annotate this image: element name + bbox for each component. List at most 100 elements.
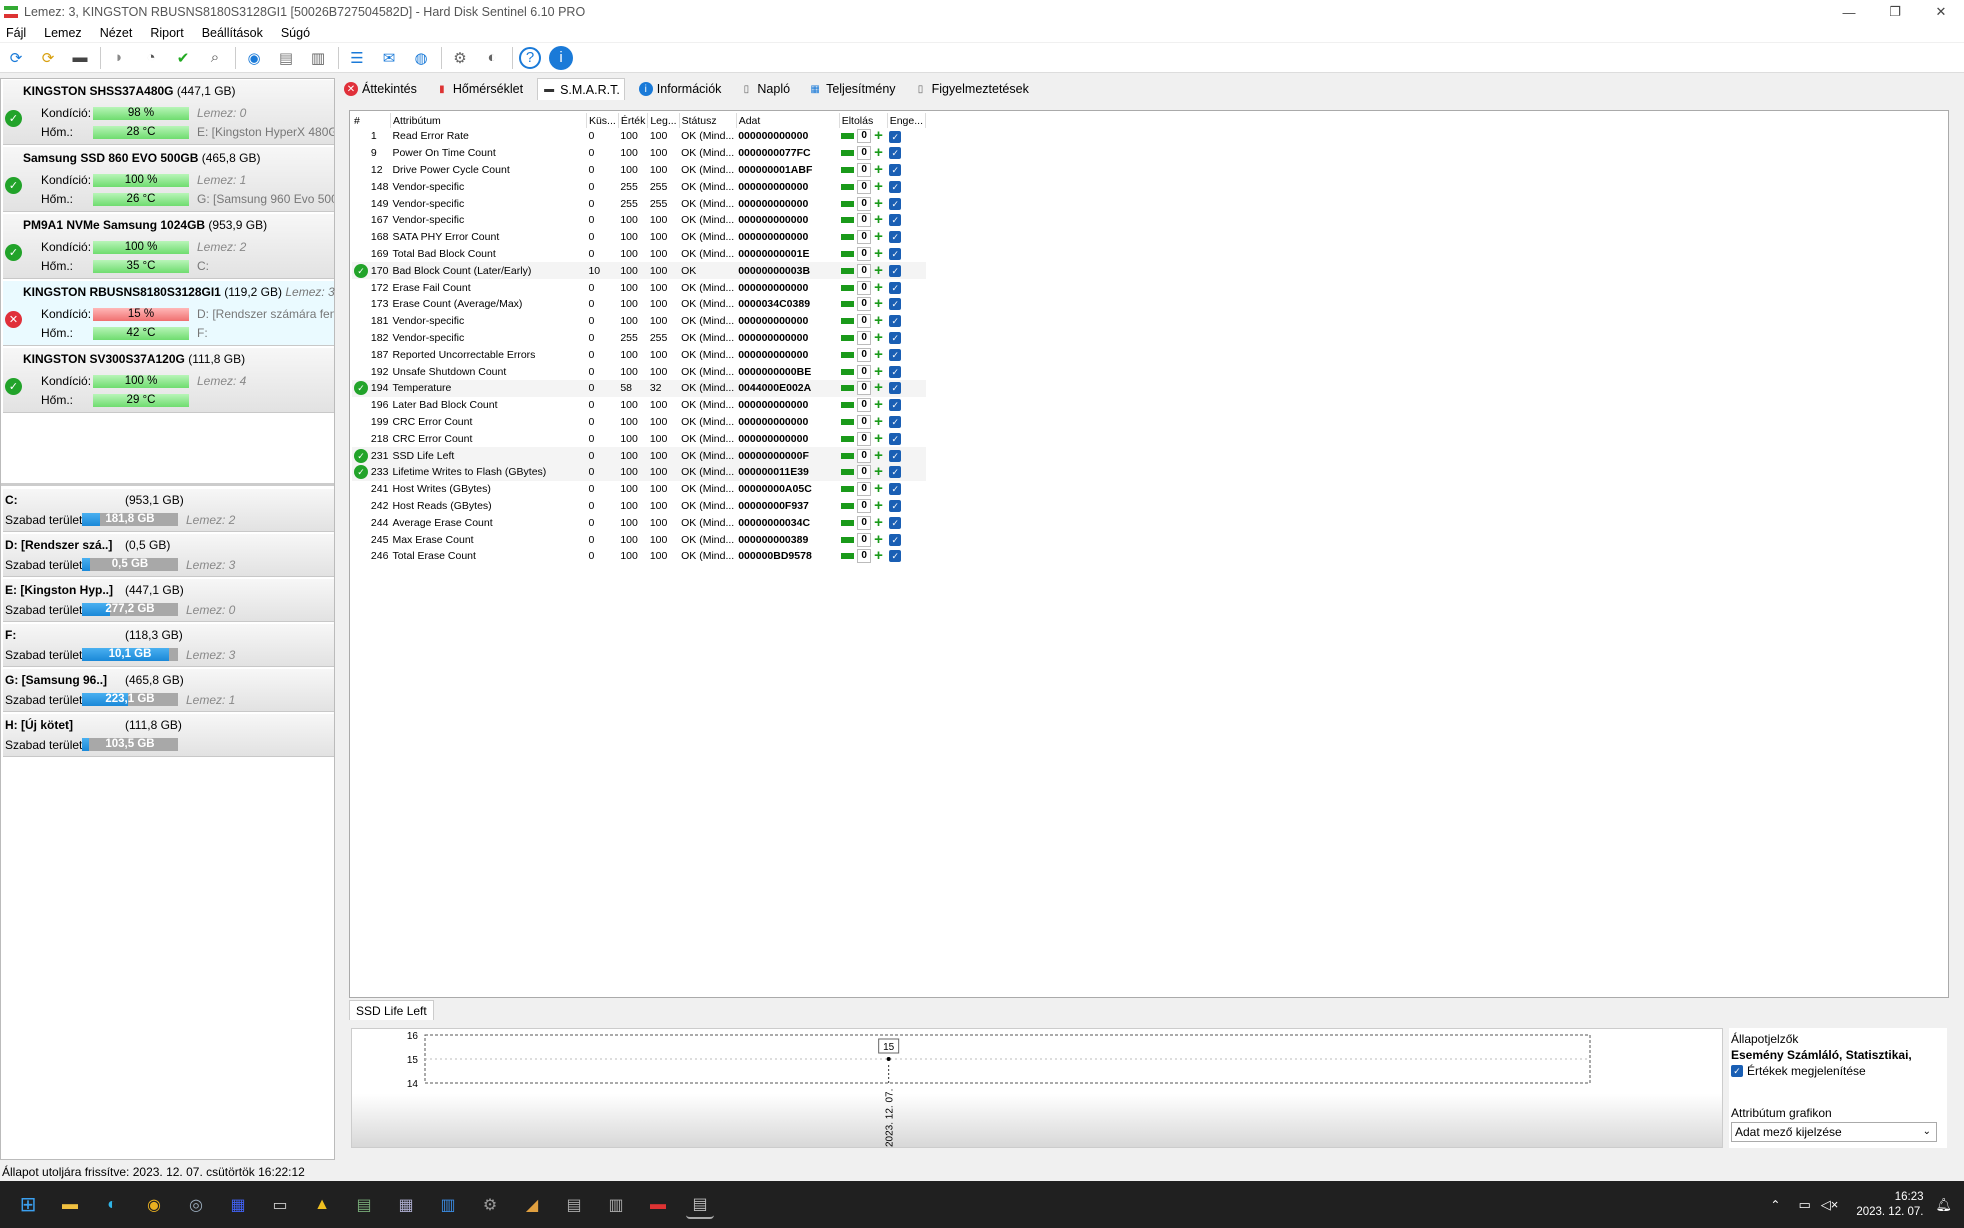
enabled-checkbox[interactable]: ✓ <box>889 550 902 563</box>
tab-alerts[interactable]: ▯ Figyelmeztetések <box>910 78 1033 100</box>
offset-value[interactable]: 0 <box>857 398 872 413</box>
minus-icon[interactable] <box>841 217 855 224</box>
offset-value[interactable]: 0 <box>857 162 872 177</box>
enabled-checkbox[interactable]: ✓ <box>889 248 902 261</box>
plus-icon[interactable]: + <box>874 364 883 379</box>
notepad-app-icon[interactable]: ◢ <box>518 1191 546 1219</box>
table-row[interactable]: 148 Vendor-specific 0 255 255 OK (Mind... 0000… <box>352 178 926 195</box>
minus-icon[interactable] <box>841 150 855 157</box>
minus-icon[interactable] <box>841 435 855 442</box>
enabled-checkbox[interactable]: ✓ <box>889 432 902 445</box>
minus-icon[interactable] <box>841 486 855 493</box>
enabled-checkbox[interactable]: ✓ <box>889 416 902 429</box>
disk-app-icon[interactable]: ▤ <box>560 1191 588 1219</box>
enabled-checkbox[interactable]: ✓ <box>889 231 902 244</box>
enabled-checkbox[interactable]: ✓ <box>889 281 902 294</box>
plus-icon[interactable]: + <box>874 296 883 311</box>
disk-card-0[interactable]: KINGSTON SHSS37A480G (447,1 GB) ✓ Kondíc… <box>3 80 334 145</box>
offset-value[interactable]: 0 <box>857 515 872 530</box>
enabled-checkbox[interactable]: ✓ <box>889 382 902 395</box>
table-row[interactable]: 167 Vendor-specific 0 100 100 OK (Mind... 0000… <box>352 212 926 229</box>
attribute-graph-select[interactable]: Adat mező kijelzése ⌄ <box>1731 1122 1937 1142</box>
volume-g[interactable]: G: [Samsung 96..] (465,8 GB) Szabad terü… <box>3 669 334 712</box>
plus-icon[interactable]: + <box>874 263 883 278</box>
plus-icon[interactable]: + <box>874 196 883 211</box>
plus-icon[interactable]: + <box>874 431 883 446</box>
minus-icon[interactable] <box>841 284 855 291</box>
minus-icon[interactable] <box>841 250 855 257</box>
offset-value[interactable]: 0 <box>857 414 872 429</box>
info-icon[interactable]: i <box>549 45 573 70</box>
col-enabled[interactable]: Enge... <box>887 113 927 128</box>
plus-icon[interactable]: + <box>874 145 883 160</box>
table-row[interactable]: 149 Vendor-specific 0 255 255 OK (Mind... 0000… <box>352 195 926 212</box>
minus-icon[interactable] <box>841 318 855 325</box>
offset-value[interactable]: 0 <box>857 347 872 362</box>
plus-icon[interactable]: + <box>874 212 883 227</box>
store-app-icon[interactable]: ▥ <box>434 1191 462 1219</box>
plus-icon[interactable]: + <box>874 128 883 143</box>
minus-icon[interactable] <box>841 553 855 560</box>
sound-icon[interactable]: ◐ <box>480 46 504 70</box>
volume-muted-icon[interactable]: ◁× <box>1821 1197 1839 1213</box>
table-row[interactable]: 244 Average Erase Count 0 100 100 OK (Mind...… <box>352 514 926 531</box>
refresh-icon[interactable]: ⟳ <box>4 46 28 70</box>
offset-value[interactable]: 0 <box>857 146 872 161</box>
tab-log[interactable]: ▯ Napló <box>735 78 794 100</box>
offset-value[interactable]: 0 <box>857 196 872 211</box>
volume-c[interactable]: C: (953,1 GB) Szabad terület 181,8 GB Le… <box>3 489 334 532</box>
email-icon[interactable]: ✉ <box>377 46 401 70</box>
chevron-up-icon[interactable]: ⌃ <box>1770 1198 1780 1212</box>
enabled-checkbox[interactable]: ✓ <box>889 399 902 412</box>
minus-icon[interactable] <box>841 418 855 425</box>
plus-icon[interactable]: + <box>874 448 883 463</box>
tab-information[interactable]: i Információk <box>635 78 726 100</box>
minus-icon[interactable] <box>841 368 855 375</box>
monitor-app-icon[interactable]: ▦ <box>224 1191 252 1219</box>
plus-icon[interactable]: + <box>874 330 883 345</box>
enabled-checkbox[interactable]: ✓ <box>889 348 902 361</box>
disk-card-2[interactable]: PM9A1 NVMe Samsung 1024GB (953,9 GB) ✓ K… <box>3 214 334 279</box>
plus-icon[interactable]: + <box>874 481 883 496</box>
table-row[interactable]: 182 Vendor-specific 0 255 255 OK (Mind... 0000… <box>352 330 926 347</box>
show-values-checkbox[interactable]: ✓ Értékek megjelenítése <box>1731 1064 1866 1078</box>
disk-card-1[interactable]: Samsung SSD 860 EVO 500GB (465,8 GB) ✓ K… <box>3 147 334 212</box>
col-offset[interactable]: Eltolás <box>839 113 888 128</box>
table-row[interactable]: ✓ 170 Bad Block Count (Later/Early) 10 100 1… <box>352 262 926 280</box>
minus-icon[interactable] <box>841 200 855 207</box>
steam-icon[interactable]: ◎ <box>182 1191 210 1219</box>
graph-tab[interactable]: SSD Life Left <box>349 1000 434 1020</box>
table-row[interactable]: 218 CRC Error Count 0 100 100 OK (Mind... 0000… <box>352 430 926 447</box>
offset-value[interactable]: 0 <box>857 246 872 261</box>
plus-icon[interactable]: + <box>874 162 883 177</box>
offset-value[interactable]: 0 <box>857 465 872 480</box>
table-row[interactable]: 241 Host Writes (GBytes) 0 100 100 OK (Mind..… <box>352 481 926 498</box>
edge-icon[interactable]: ◐ <box>98 1191 126 1219</box>
col-value[interactable]: Érték <box>618 113 649 128</box>
offset-value[interactable]: 0 <box>857 498 872 513</box>
file-explorer-icon[interactable]: ▬ <box>56 1191 84 1219</box>
enabled-checkbox[interactable]: ✓ <box>889 164 902 177</box>
menu-view[interactable]: Nézet <box>100 26 133 40</box>
notification-bell-icon[interactable]: 🔔︎ <box>1935 1197 1952 1213</box>
enabled-checkbox[interactable]: ✓ <box>889 500 902 513</box>
col-data[interactable]: Adat <box>736 113 840 128</box>
windows-start-icon[interactable]: ⊞ <box>14 1191 42 1219</box>
volume-f[interactable]: F: (118,3 GB) Szabad terület 10,1 GB Lem… <box>3 624 334 667</box>
hard-disk-sentinel-taskbar-icon[interactable]: ▤ <box>686 1191 714 1219</box>
tab-performance[interactable]: ▦ Teljesítmény <box>804 78 899 100</box>
table-row[interactable]: 169 Total Bad Block Count 0 100 100 OK (Mind.… <box>352 246 926 263</box>
offset-value[interactable]: 0 <box>857 314 872 329</box>
chrome-icon[interactable]: ◉ <box>140 1191 168 1219</box>
minus-icon[interactable] <box>841 469 855 476</box>
offset-value[interactable]: 0 <box>857 280 872 295</box>
table-row[interactable]: 12 Drive Power Cycle Count 0 100 100 OK (Mind… <box>352 162 926 179</box>
disk-test-icon[interactable]: ◗ <box>107 46 131 70</box>
disk-card-3-selected[interactable]: KINGSTON RBUSNS8180S3128GI1 (119,2 GB) L… <box>3 281 335 346</box>
table-row[interactable]: 192 Unsafe Shutdown Count 0 100 100 OK (Mind.… <box>352 363 926 380</box>
table-row[interactable]: 242 Host Reads (GBytes) 0 100 100 OK (Mind...… <box>352 498 926 515</box>
plus-icon[interactable]: + <box>874 464 883 479</box>
plus-icon[interactable]: + <box>874 498 883 513</box>
warning-app-icon[interactable]: ▲ <box>308 1191 336 1219</box>
minus-icon[interactable] <box>841 385 855 392</box>
